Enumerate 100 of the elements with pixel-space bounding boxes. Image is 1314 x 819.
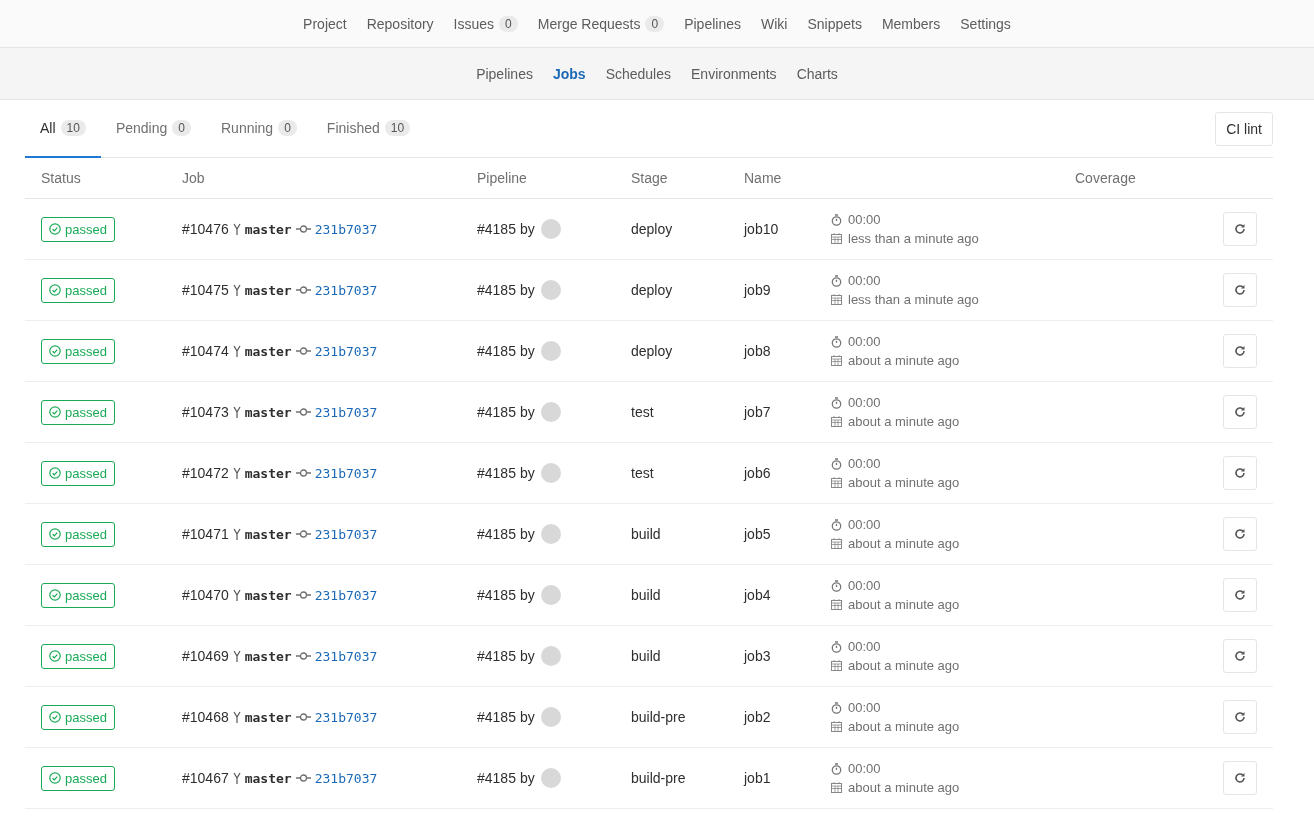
commit-link[interactable]: 231b7037 <box>314 709 378 725</box>
retry-button[interactable] <box>1223 395 1257 429</box>
tab-label[interactable]: All <box>40 120 56 136</box>
job-link[interactable]: #10472 <box>182 465 229 481</box>
job-link[interactable]: #10469 <box>182 648 229 664</box>
tab-label[interactable]: Finished <box>326 120 380 136</box>
calendar-icon <box>831 782 842 793</box>
branch-link[interactable]: master <box>244 648 292 664</box>
job-link[interactable]: #10470 <box>182 587 229 603</box>
job-link[interactable]: #10467 <box>182 770 229 786</box>
nav-link[interactable]: Repository <box>366 15 434 32</box>
branch-link[interactable]: master <box>244 770 292 786</box>
count-badge: 0 <box>645 15 665 32</box>
filter-tab[interactable]: Pending 0 <box>100 100 206 158</box>
calendar-icon <box>831 599 842 610</box>
branch-link[interactable]: master <box>244 587 292 603</box>
pipeline-link[interactable]: #4185 <box>477 404 516 420</box>
nav-link[interactable]: Snippets <box>807 15 862 32</box>
nav-link[interactable]: Settings <box>960 15 1011 32</box>
finished-time: less than a minute ago <box>848 292 979 307</box>
commit-icon <box>295 530 311 538</box>
commit-link[interactable]: 231b7037 <box>314 404 378 420</box>
branch-link[interactable]: master <box>244 526 292 542</box>
column-header: Coverage <box>1075 170 1136 186</box>
retry-button[interactable] <box>1223 212 1257 246</box>
filter-tab[interactable]: Finished 10 <box>311 100 426 158</box>
branch-link[interactable]: master <box>244 465 292 481</box>
commit-link[interactable]: 231b7037 <box>314 343 378 359</box>
stage-text: deploy <box>631 221 673 237</box>
job-link[interactable]: #10468 <box>182 709 229 725</box>
subnav-link[interactable]: Environments <box>691 65 777 82</box>
retry-button[interactable] <box>1223 517 1257 551</box>
pipeline-link[interactable]: #4185 <box>477 526 516 542</box>
check-circle-icon <box>49 467 61 479</box>
nav-link[interactable]: Merge Requests 0 <box>537 15 665 32</box>
branch-link[interactable]: master <box>244 282 292 298</box>
finished-time: less than a minute ago <box>848 231 979 246</box>
nav-link[interactable]: Pipelines <box>684 15 741 32</box>
pipeline-link[interactable]: #4185 <box>477 770 516 786</box>
pipeline-link[interactable]: #4185 <box>477 648 516 664</box>
finished-time: about a minute ago <box>848 353 960 368</box>
retry-button[interactable] <box>1223 334 1257 368</box>
branch-link[interactable]: master <box>244 221 292 237</box>
commit-link[interactable]: 231b7037 <box>314 526 378 542</box>
retry-button[interactable] <box>1223 578 1257 612</box>
nav-link[interactable]: Members <box>881 15 941 32</box>
subnav-link[interactable]: Jobs <box>552 65 586 82</box>
branch-link[interactable]: master <box>244 404 292 420</box>
pipeline-link[interactable]: #4185 <box>477 282 516 298</box>
filter-tab[interactable]: Running 0 <box>206 100 312 158</box>
pipeline-link[interactable]: #4185 <box>477 465 516 481</box>
retry-icon <box>1234 406 1246 418</box>
nav-link[interactable]: Wiki <box>761 15 788 32</box>
commit-link[interactable]: 231b7037 <box>314 770 378 786</box>
subnav-link[interactable]: Charts <box>796 65 838 82</box>
finished-time: about a minute ago <box>848 597 960 612</box>
stopwatch-icon <box>831 213 842 226</box>
job-name: job1 <box>744 770 771 786</box>
nav-link[interactable]: Project <box>303 15 347 32</box>
job-link[interactable]: #10476 <box>182 221 229 237</box>
job-link[interactable]: #10475 <box>182 282 229 298</box>
commit-link[interactable]: 231b7037 <box>314 648 378 664</box>
pipeline-link[interactable]: #4185 <box>477 587 516 603</box>
ci-lint-button[interactable]: CI lint <box>1215 111 1273 146</box>
pipeline-link[interactable]: #4185 <box>477 709 516 725</box>
duration-text: 00:00 <box>848 456 881 471</box>
pipeline-link[interactable]: #4185 <box>477 221 516 237</box>
by-text: by <box>519 587 535 603</box>
nav-link-label[interactable]: Issues <box>453 15 495 32</box>
retry-button[interactable] <box>1223 273 1257 307</box>
branch-link[interactable]: master <box>244 343 292 359</box>
calendar-icon <box>831 294 842 305</box>
stopwatch-icon <box>831 579 842 592</box>
commit-icon <box>295 652 311 660</box>
branch-link[interactable]: master <box>244 709 292 725</box>
finished-time: about a minute ago <box>848 719 960 734</box>
commit-link[interactable]: 231b7037 <box>314 221 378 237</box>
pipeline-link[interactable]: #4185 <box>477 343 516 359</box>
nav-link[interactable]: Issues 0 <box>453 15 518 32</box>
retry-button[interactable] <box>1223 761 1257 795</box>
retry-button[interactable] <box>1223 700 1257 734</box>
retry-button[interactable] <box>1223 639 1257 673</box>
job-link[interactable]: #10474 <box>182 343 229 359</box>
job-name: job4 <box>744 587 771 603</box>
job-name: job9 <box>744 282 771 298</box>
nav-link-label[interactable]: Merge Requests <box>537 15 641 32</box>
subnav-link[interactable]: Schedules <box>605 65 672 82</box>
job-link[interactable]: #10471 <box>182 526 229 542</box>
tab-label[interactable]: Running <box>221 120 274 136</box>
commit-link[interactable]: 231b7037 <box>314 465 378 481</box>
stopwatch-icon <box>831 335 842 348</box>
retry-button[interactable] <box>1223 456 1257 490</box>
commit-link[interactable]: 231b7037 <box>314 282 378 298</box>
filter-tab[interactable]: All 10 <box>25 100 101 158</box>
job-link[interactable]: #10473 <box>182 404 229 420</box>
tab-label[interactable]: Pending <box>115 120 168 136</box>
finished-time: about a minute ago <box>848 536 960 551</box>
subnav-link[interactable]: Pipelines <box>476 65 533 82</box>
commit-icon <box>295 774 311 782</box>
commit-link[interactable]: 231b7037 <box>314 587 378 603</box>
